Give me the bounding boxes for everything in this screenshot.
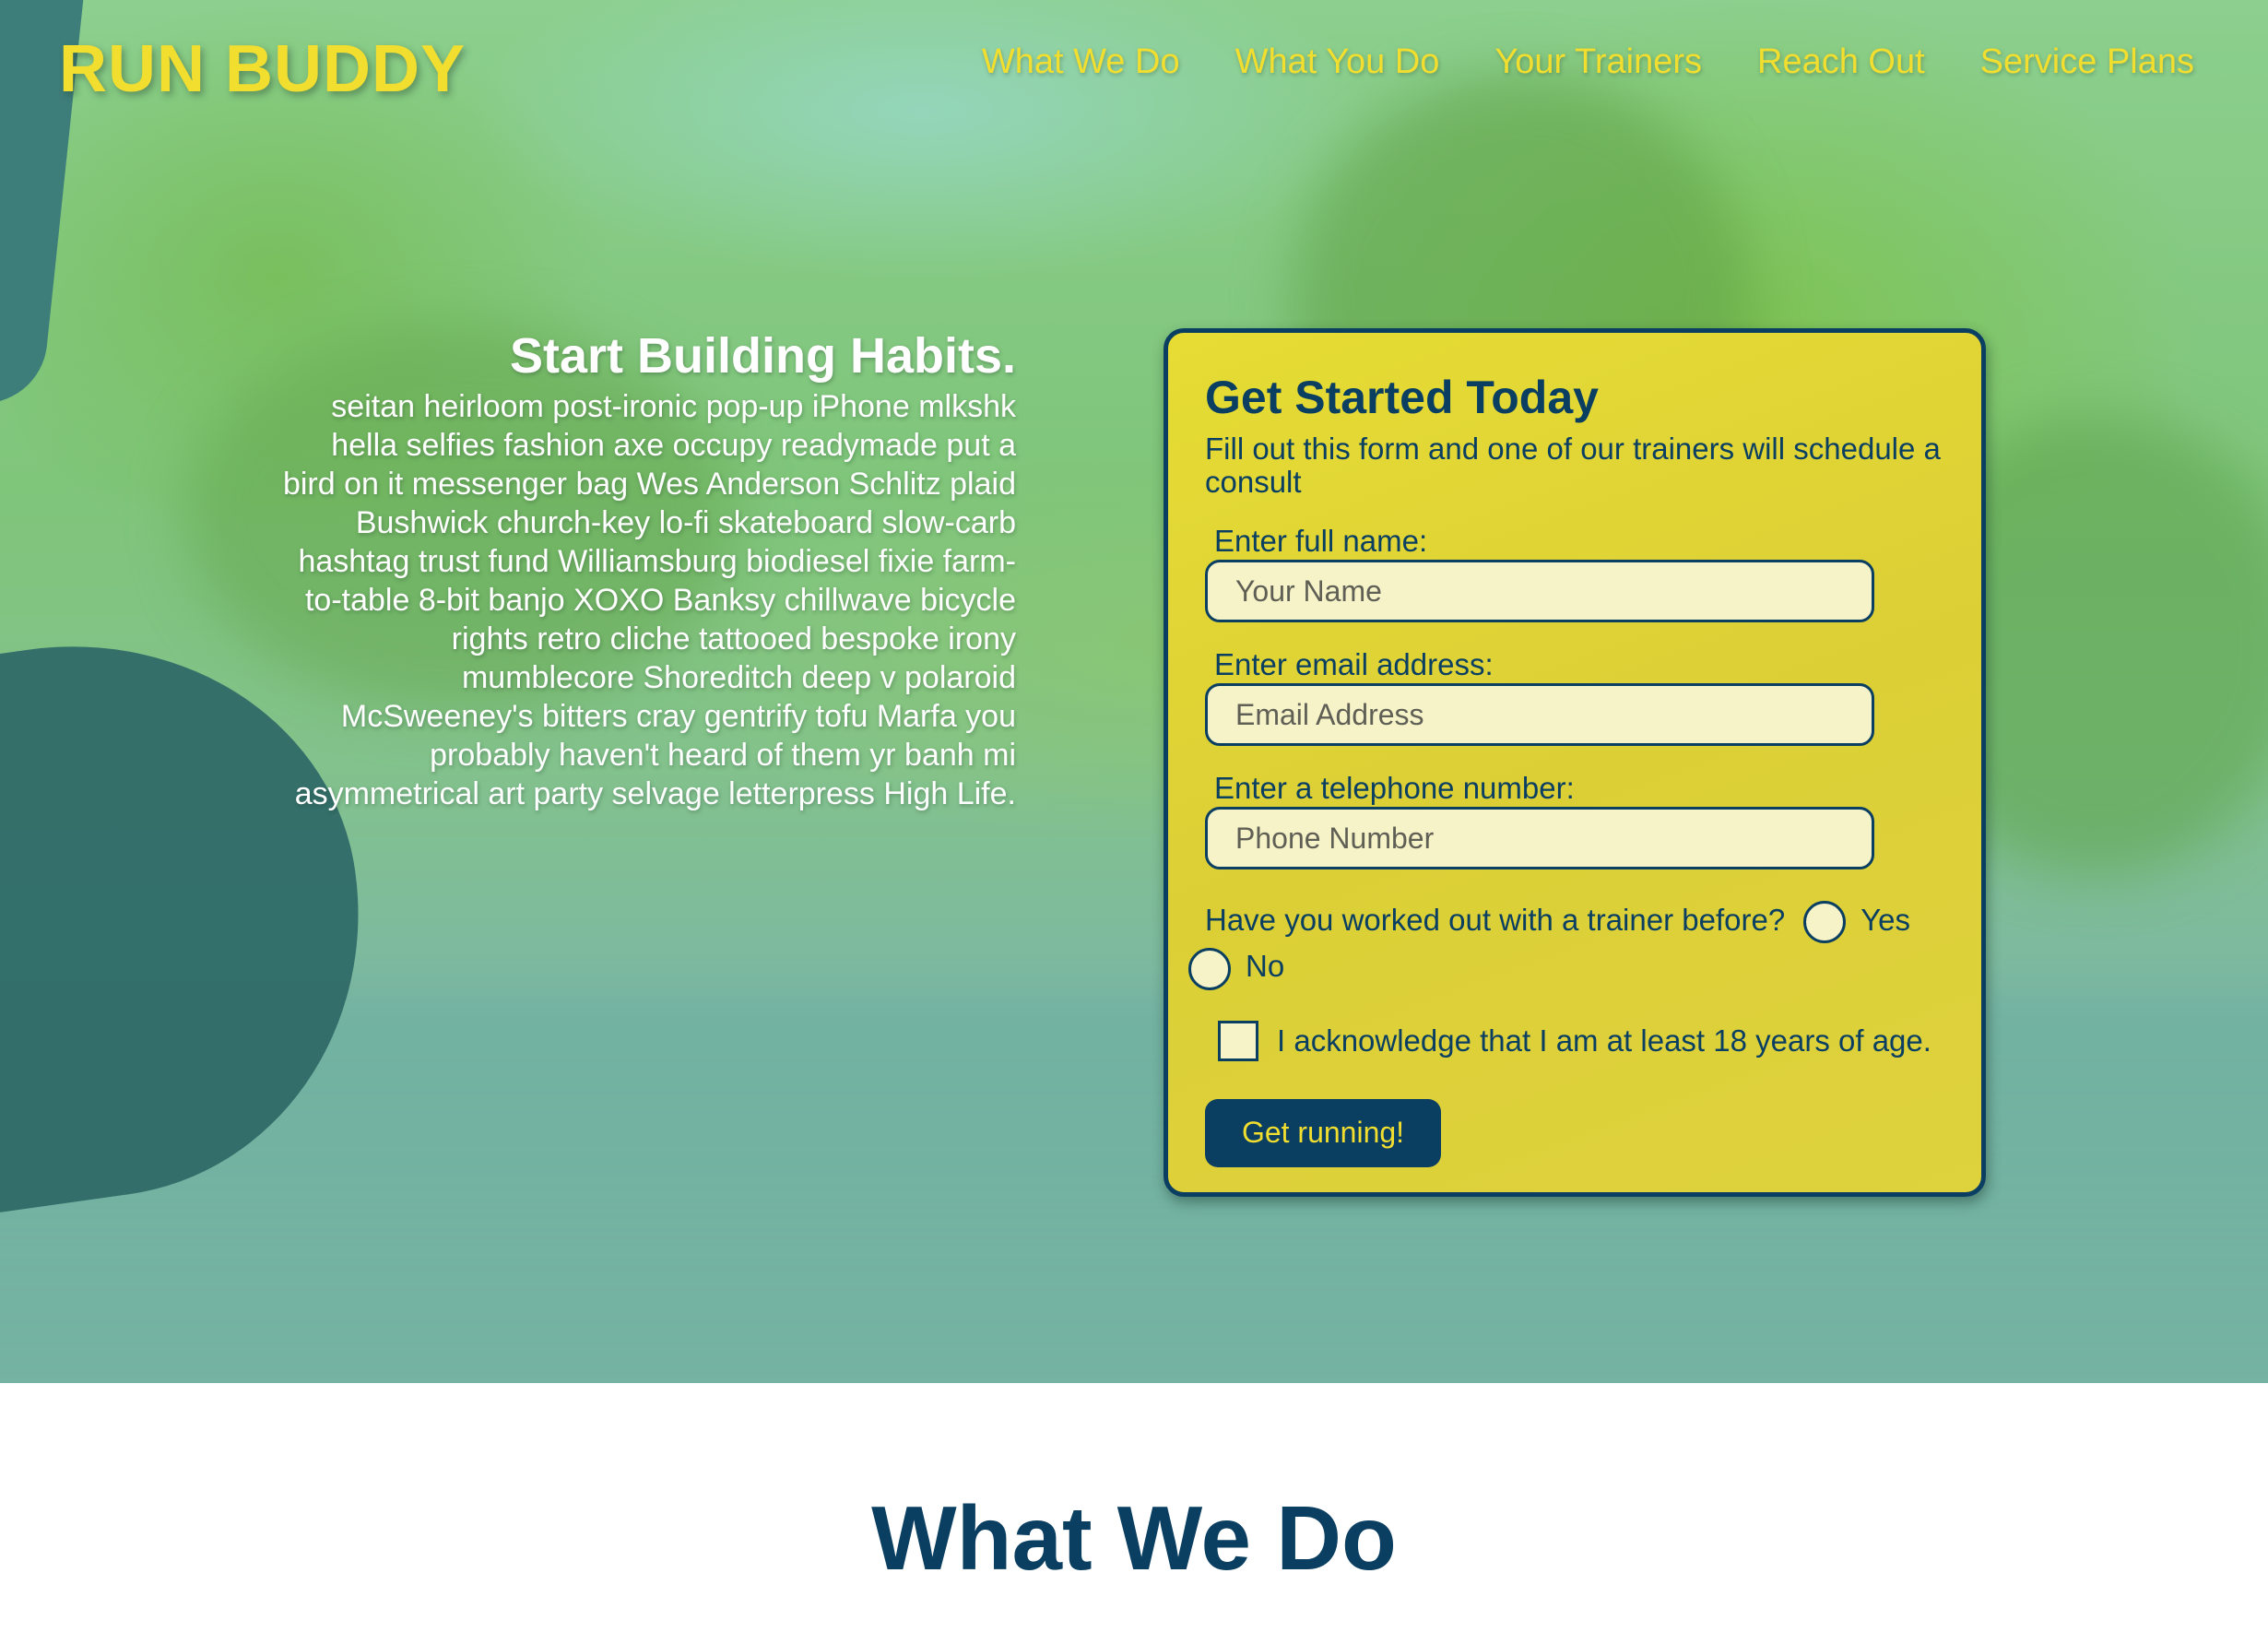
age-ack-label: I acknowledge that I am at least 18 year… <box>1277 1023 1931 1058</box>
hero-section: RUN BUDDY What We Do What You Do Your Tr… <box>0 0 2268 1383</box>
intro-block: Start Building Habits. seitan heirloom p… <box>277 325 1016 813</box>
nav-link-service-plans[interactable]: Service Plans <box>1980 42 2194 82</box>
trainer-question-label: Have you worked out with a trainer befor… <box>1205 903 1786 937</box>
nav-link-what-we-do[interactable]: What We Do <box>982 42 1180 82</box>
section-title-what-we-do: What We Do <box>871 1487 1397 1589</box>
age-ack-row: I acknowledge that I am at least 18 year… <box>1218 1018 1944 1064</box>
email-label: Enter email address: <box>1214 647 1494 681</box>
trainer-yes-radio[interactable] <box>1803 901 1847 944</box>
age-ack-checkbox[interactable] <box>1218 1020 1258 1061</box>
signup-form: Get Started Today Fill out this form and… <box>1164 328 1986 1197</box>
nav-link-your-trainers[interactable]: Your Trainers <box>1494 42 1702 82</box>
phone-field[interactable] <box>1205 807 1874 869</box>
form-title: Get Started Today <box>1205 372 1599 423</box>
nav-link-what-you-do[interactable]: What You Do <box>1235 42 1440 82</box>
intro-body: seitan heirloom post-ironic pop-up iPhon… <box>282 389 1016 811</box>
phone-label: Enter a telephone number: <box>1214 771 1575 805</box>
trainer-yes-label: Yes <box>1860 903 1911 937</box>
intro-title: Start Building Habits. <box>509 328 1016 384</box>
email-field[interactable] <box>1205 683 1874 746</box>
site-logo[interactable]: RUN BUDDY <box>59 31 466 107</box>
trainer-no-label: No <box>1246 949 1285 984</box>
nav-link-reach-out[interactable]: Reach Out <box>1757 42 1925 82</box>
get-running-button[interactable]: Get running! <box>1205 1098 1441 1167</box>
name-field[interactable] <box>1205 560 1874 622</box>
trainer-question-row: Have you worked out with a trainer befor… <box>1188 897 1944 990</box>
main-nav: What We Do What You Do Your Trainers Rea… <box>982 42 2194 82</box>
name-label: Enter full name: <box>1214 524 1428 558</box>
form-subtitle: Fill out this form and one of our traine… <box>1205 432 1941 499</box>
trainer-no-radio[interactable] <box>1188 947 1231 990</box>
